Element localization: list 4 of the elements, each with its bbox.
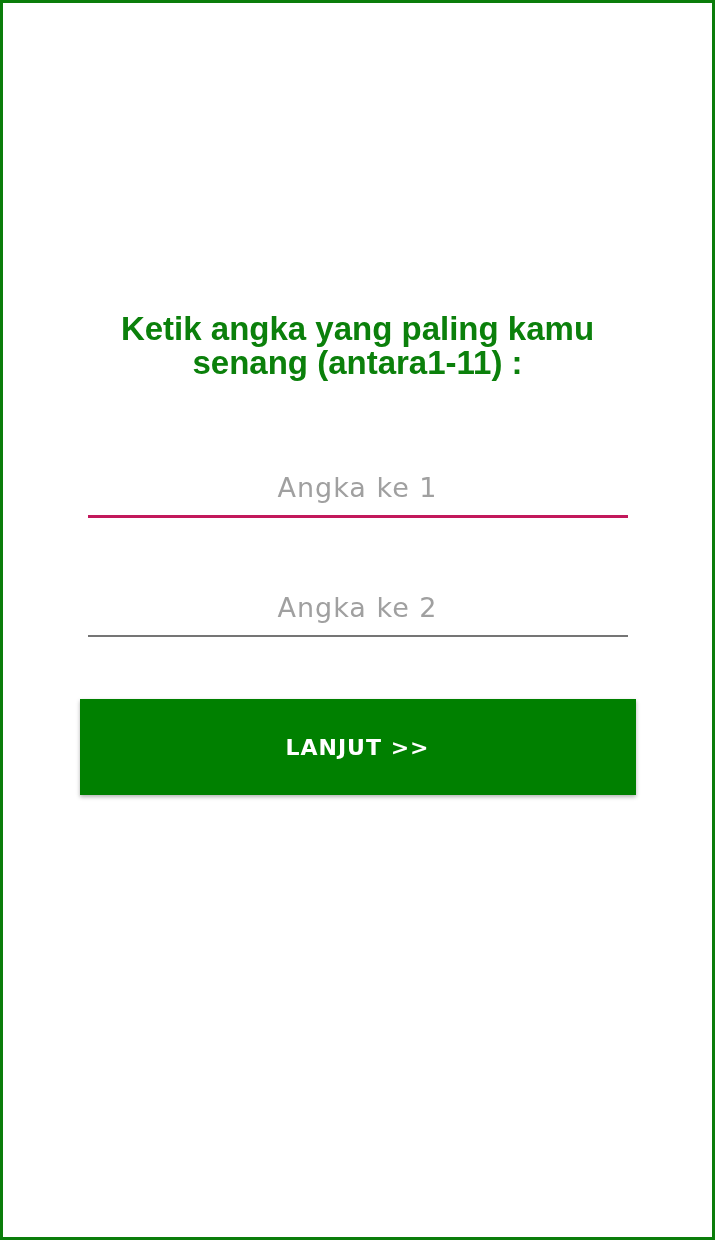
prompt-heading: Ketik angka yang paling kamu senang (antara1-11) : <box>119 312 596 380</box>
input-field[interactable]: Angka ke 1 <box>87 466 628 518</box>
next-button[interactable]: LANJUT >> <box>79 699 636 795</box>
input-field[interactable]: Angka ke 2 <box>87 585 628 637</box>
